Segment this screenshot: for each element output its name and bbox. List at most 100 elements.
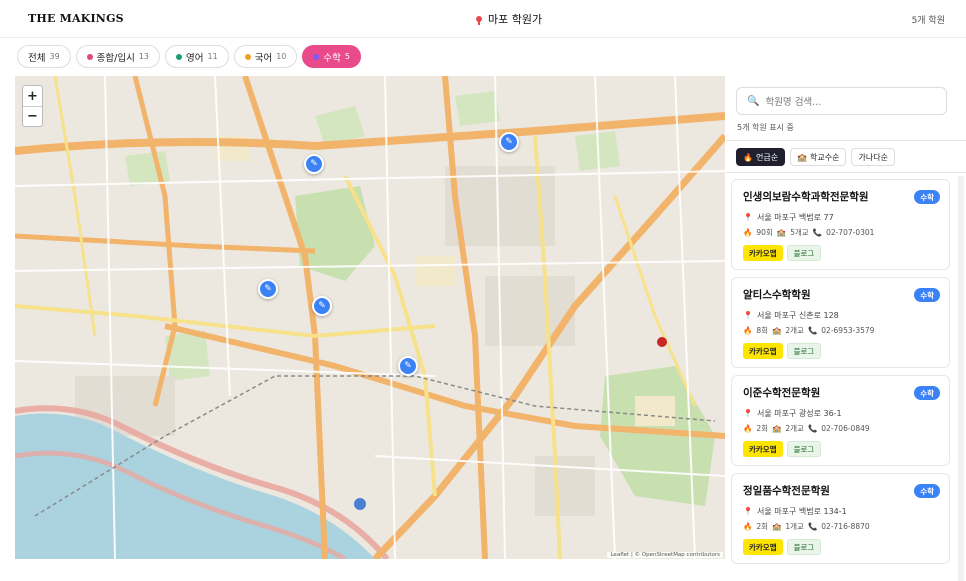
- filter-label: 영어: [186, 52, 204, 64]
- pencil-icon: ✎: [404, 361, 412, 371]
- kakao-map-button[interactable]: 카카오맵: [743, 539, 783, 555]
- map-pin-icon: 📍: [743, 213, 753, 222]
- category-dot-icon: [244, 53, 251, 60]
- map-tiles: [15, 76, 725, 559]
- address-text: 서울 마포구 신촌로 128: [756, 311, 839, 320]
- search-input[interactable]: 🔍 학원명 검색...: [736, 87, 947, 115]
- phone-number: 02-716-8870: [821, 522, 870, 531]
- school-icon: 🏫: [772, 522, 782, 531]
- divider: [726, 140, 966, 141]
- subject-badge: 수학: [914, 288, 940, 302]
- page-title-text: 마포 학원가: [488, 13, 543, 26]
- phone-icon: 📞: [807, 326, 818, 335]
- academy-marker[interactable]: ✎: [258, 279, 278, 299]
- fire-icon: 🔥: [743, 326, 753, 335]
- filter-korean[interactable]: 국어 10: [233, 45, 298, 68]
- academy-address: 📍 서울 마포구 백범로 77: [743, 212, 834, 223]
- card-actions: 카카오맵 블로그: [743, 539, 822, 555]
- phone-number: 02-706-0849: [821, 424, 870, 433]
- school-count: 2개교: [785, 326, 804, 335]
- pencil-icon: ✎: [264, 284, 272, 294]
- zoom-control: + −: [22, 85, 43, 127]
- academy-card[interactable]: 이준수학전문학원 수학 📍 서울 마포구 광성로 36-1 🔥 2회 🏫 2개교…: [731, 375, 950, 466]
- sort-by-mentions[interactable]: 🔥 언급순: [736, 148, 786, 166]
- academy-card[interactable]: 인생의보람수학과학전문학원 수학 📍 서울 마포구 백범로 77 🔥 90회 🏫…: [731, 179, 950, 270]
- card-actions: 카카오맵 블로그: [743, 441, 822, 457]
- mention-count: 2회: [756, 424, 769, 433]
- academy-card[interactable]: 정일품수학전문학원 수학 📍 서울 마포구 백범로 134-1 🔥 2회 🏫 1…: [731, 473, 950, 564]
- pencil-icon: ✎: [505, 137, 513, 147]
- page-title: 마포 학원가: [476, 11, 542, 27]
- academy-marker[interactable]: ✎: [499, 132, 519, 152]
- sort-options: 🔥 언급순 🏫 학교수순 가나다순: [736, 148, 895, 166]
- filter-english[interactable]: 영어 11: [165, 45, 229, 68]
- academy-meta: 🔥 2회 🏫 1개교 📞 02-716-8870: [743, 521, 870, 532]
- filter-count: 5: [344, 52, 350, 61]
- address-text: 서울 마포구 광성로 36-1: [756, 409, 842, 418]
- map-pin-icon: [476, 16, 482, 25]
- blog-button[interactable]: 블로그: [786, 245, 822, 261]
- mention-count: 2회: [756, 522, 769, 531]
- sort-by-name[interactable]: 가나다순: [851, 148, 895, 166]
- address-text: 서울 마포구 백범로 134-1: [756, 507, 847, 516]
- academy-marker[interactable]: ✎: [304, 154, 324, 174]
- fire-icon: 🔥: [743, 228, 753, 237]
- map-view[interactable]: + − ✎ ✎ ✎ ✎ ✎ Leaflet | © OpenStreetMap …: [15, 76, 725, 559]
- academy-name: 알티스수학학원: [743, 289, 811, 301]
- kakao-map-button[interactable]: 카카오맵: [743, 245, 783, 261]
- filter-label: 국어: [254, 52, 273, 64]
- phone-icon: 📞: [807, 424, 818, 433]
- filter-count: 13: [138, 52, 150, 61]
- filter-count: 10: [276, 52, 287, 61]
- fire-icon: 🔥: [743, 522, 753, 531]
- map-attribution[interactable]: Leaflet | © OpenStreetMap contributors: [607, 552, 723, 558]
- subject-badge: 수학: [914, 190, 940, 204]
- list-scrollbar[interactable]: [958, 176, 964, 581]
- school-count: 2개교: [785, 424, 804, 433]
- mention-count: 90회: [756, 228, 773, 237]
- category-dot-icon: [313, 53, 320, 60]
- card-actions: 카카오맵 블로그: [743, 343, 822, 359]
- filter-label: 전체: [28, 52, 46, 64]
- filter-count: 11: [207, 52, 218, 61]
- filter-label: 종합/입시: [96, 52, 135, 64]
- address-text: 서울 마포구 백범로 77: [756, 213, 834, 222]
- phone-number: 02-707-0301: [826, 228, 875, 237]
- blog-button[interactable]: 블로그: [786, 343, 822, 359]
- filter-all[interactable]: 전체 39: [17, 45, 71, 68]
- logo[interactable]: THE MAKINGS: [28, 12, 124, 25]
- category-dot-icon: [176, 53, 183, 60]
- zoom-out-button[interactable]: −: [23, 106, 42, 126]
- academy-marker[interactable]: ✎: [398, 356, 418, 376]
- kakao-map-button[interactable]: 카카오맵: [743, 441, 783, 457]
- academy-marker[interactable]: ✎: [312, 296, 332, 316]
- filter-math[interactable]: 수학 5: [302, 45, 361, 68]
- academy-meta: 🔥 2회 🏫 2개교 📞 02-706-0849: [743, 423, 870, 434]
- sort-label: 가나다순: [858, 152, 888, 162]
- academy-card[interactable]: 알티스수학학원 수학 📍 서울 마포구 신촌로 128 🔥 8회 🏫 2개교 📞…: [731, 277, 950, 368]
- academy-name: 이준수학전문학원: [743, 387, 821, 399]
- phone-number: 02-6953-3579: [821, 326, 875, 335]
- result-count: 5개 학원 표시 중: [737, 123, 794, 132]
- subject-badge: 수학: [914, 386, 940, 400]
- phone-icon: 📞: [807, 522, 818, 531]
- mention-count: 8회: [756, 326, 769, 335]
- kakao-map-button[interactable]: 카카오맵: [743, 343, 783, 359]
- pencil-icon: ✎: [318, 301, 326, 311]
- academy-count: 5개 학원: [911, 16, 945, 26]
- map-pin-icon: 📍: [743, 409, 753, 418]
- blog-button[interactable]: 블로그: [786, 539, 822, 555]
- academy-name: 인생의보람수학과학전문학원: [743, 191, 869, 203]
- category-filters: 전체 39 종합/입시 13 영어 11 국어 10 수학 5: [17, 45, 361, 69]
- filter-label: 수학: [323, 52, 341, 64]
- category-dot-icon: [86, 53, 93, 60]
- school-count: 5개교: [790, 228, 809, 237]
- phone-icon: 📞: [812, 228, 823, 237]
- sort-label: 언급순: [755, 152, 779, 162]
- subject-badge: 수학: [914, 484, 940, 498]
- blog-button[interactable]: 블로그: [786, 441, 822, 457]
- academy-list: 인생의보람수학과학전문학원 수학 📍 서울 마포구 백범로 77 🔥 90회 🏫…: [731, 179, 950, 571]
- sort-by-schools[interactable]: 🏫 학교수순: [790, 148, 847, 166]
- filter-general[interactable]: 종합/입시 13: [75, 45, 161, 68]
- zoom-in-button[interactable]: +: [23, 86, 42, 106]
